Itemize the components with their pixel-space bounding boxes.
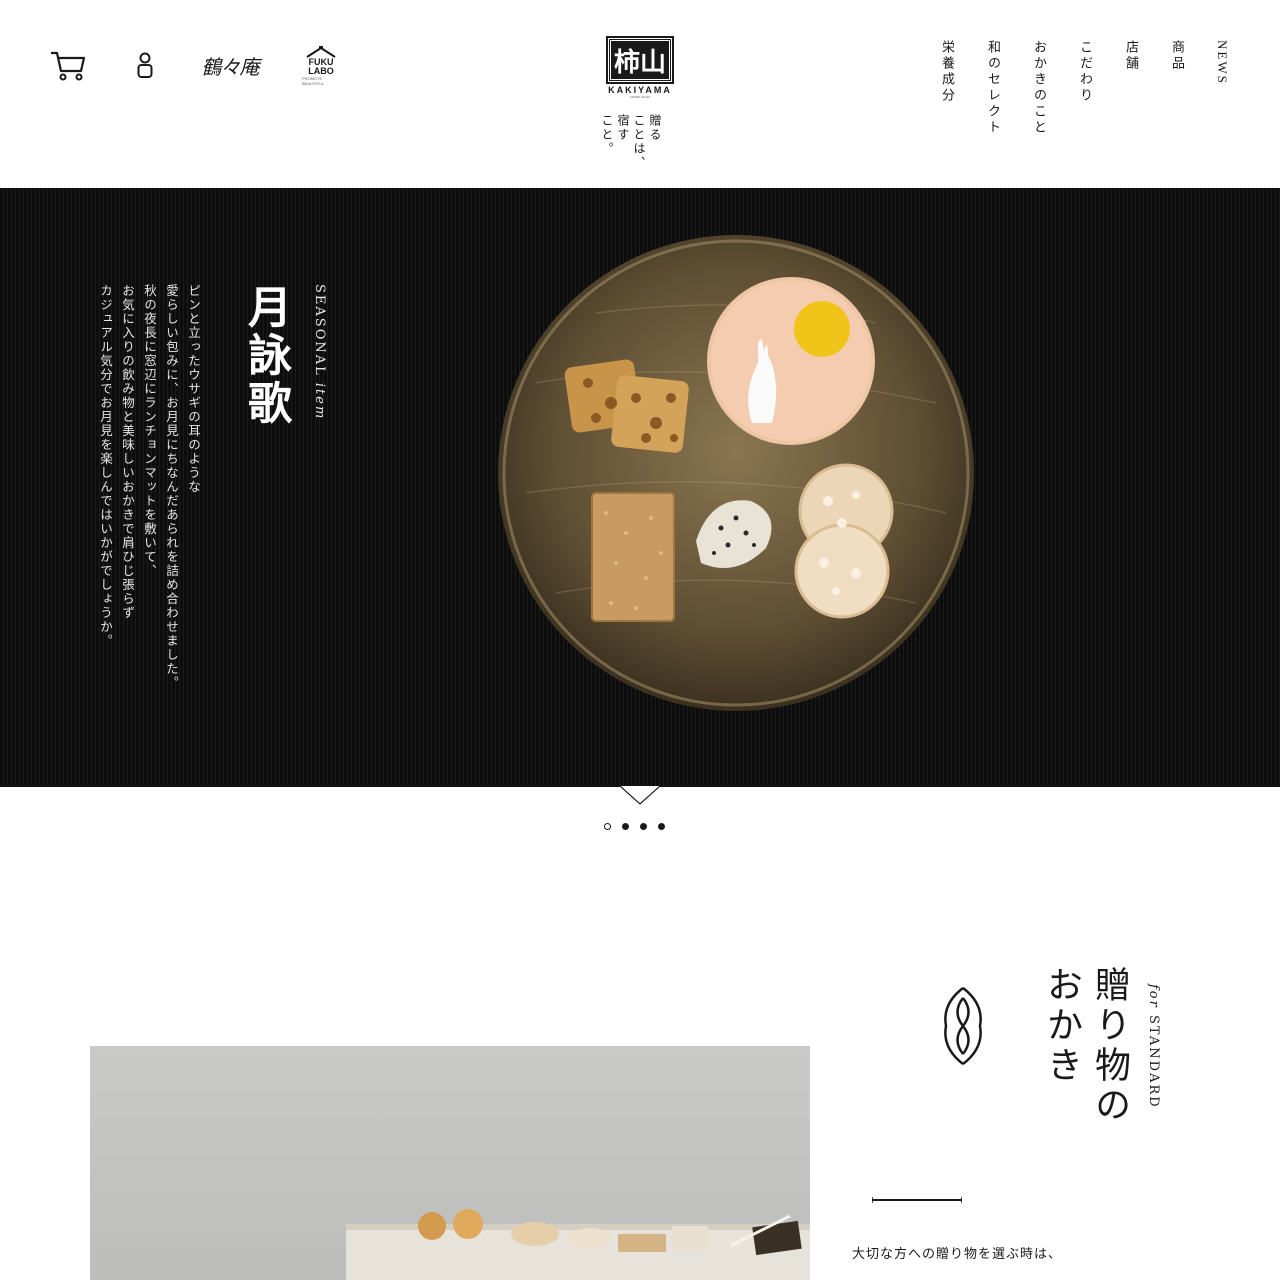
nav-item-commitment[interactable]: こだわり — [1076, 40, 1092, 136]
hero-body-line: 愛らしい包みに、お月見にちなんだあられを詰め合わせました。 — [164, 284, 179, 690]
moon-senbei — [707, 277, 875, 445]
tagline-line: 贈る — [648, 114, 662, 142]
hero-label: SEASONAL item — [312, 284, 327, 724]
seasonal-hero[interactable]: SEASONAL item 月詠歌 ピンと立ったウサギの耳のような 愛らしい包み… — [0, 188, 1280, 787]
standard-heading-line: 贈り物の — [1089, 966, 1130, 1126]
hero-text: SEASONAL item 月詠歌 ピンと立ったウサギの耳のような 愛らしい包み… — [96, 284, 327, 724]
hero-label-prefix: SEASONAL — [312, 284, 327, 377]
tagline-line: ことは、 — [632, 114, 646, 170]
standard-label: for STANDARD — [1146, 984, 1161, 1109]
standard-label-suffix: STANDARD — [1146, 1015, 1161, 1109]
hero-label-suffix: item — [312, 382, 327, 421]
logo-name: KAKIYAMA — [608, 85, 672, 95]
hero-body-line: お気に入りの飲み物と美味しいおかきで肩ひじ張らず — [120, 284, 135, 620]
nav-item-about-okaki[interactable]: おかきのこと — [1030, 40, 1046, 136]
brand-shop-name: 鶴々庵 — [201, 54, 260, 79]
sesame-bar — [591, 492, 675, 622]
hero-body-line: ピンと立ったウサギの耳のような — [186, 284, 201, 494]
cart-icon — [51, 51, 86, 81]
carousel-dot[interactable] — [658, 823, 665, 830]
tagline-line: こと。 — [600, 114, 614, 156]
standard-label-prefix: for — [1146, 984, 1161, 1009]
nav-item-news[interactable]: NEWS — [1214, 40, 1230, 136]
standard-photo[interactable] — [90, 1046, 810, 1280]
ornament-icon — [944, 987, 982, 1065]
standard-heading-line: おかき — [1041, 966, 1082, 1086]
hero-body-line: カジュアル気分でお月見を楽しんではいかがでしょうか。 — [98, 284, 113, 648]
nav-item-nutrition[interactable]: 栄養成分 — [938, 40, 954, 136]
fukulabo-link[interactable]: FUKU LABO PROMOTE BEAUTIFUL — [302, 44, 340, 88]
logo-sub: ARARE OKAKI — [629, 95, 651, 99]
hero-title: 月詠歌 — [240, 284, 291, 428]
carousel-dot[interactable] — [640, 823, 647, 830]
logo-mark: 柿山 — [606, 36, 674, 84]
nav-item-products[interactable]: 商品 — [1168, 40, 1184, 136]
account-button[interactable] — [134, 50, 156, 80]
standard-text: 大切な方への贈り物を選ぶ時は、 — [852, 1247, 1063, 1262]
cart-button[interactable] — [48, 48, 88, 82]
tagline: 贈る ことは、 宿す こと。 — [600, 114, 662, 174]
gift-okaki-image — [346, 1209, 810, 1280]
main-nav: NEWS 商品 店舗 こだわり おかきのこと 和のセレクト 栄養成分 — [938, 40, 1230, 136]
standard-heading: 贈り物の おかき — [1040, 966, 1130, 1146]
brand-shop-link[interactable]: 鶴々庵 — [198, 50, 262, 80]
carousel-dots — [604, 823, 665, 830]
nav-item-select[interactable]: 和のセレクト — [984, 40, 1000, 136]
hero-body-line: 秋の夜長に窓辺にランチョンマットを敷いて、 — [142, 284, 157, 578]
carousel-dot[interactable] — [604, 823, 611, 830]
carousel-dot[interactable] — [622, 823, 629, 830]
site-header: 鶴々庵 FUKU LABO PROMOTE BEAUTIFUL 柿山 KAKIY… — [0, 0, 1280, 188]
person-icon — [137, 52, 153, 78]
section-rule — [872, 1197, 962, 1203]
nav-item-stores[interactable]: 店舗 — [1122, 40, 1138, 136]
rice-cracker-plate-image — [498, 235, 974, 711]
tagline-line: 宿す — [616, 114, 630, 142]
hero-body: ピンと立ったウサギの耳のような 愛らしい包みに、お月見にちなんだあられを詰め合わ… — [96, 284, 202, 724]
hero-notch — [620, 786, 660, 805]
fukulabo-line2: LABO — [308, 66, 334, 76]
round-crackers — [794, 463, 894, 619]
fukulabo-sub: PROMOTE BEAUTIFUL — [302, 76, 325, 86]
site-logo[interactable]: 柿山 KAKIYAMA ARARE OKAKI — [606, 36, 674, 100]
